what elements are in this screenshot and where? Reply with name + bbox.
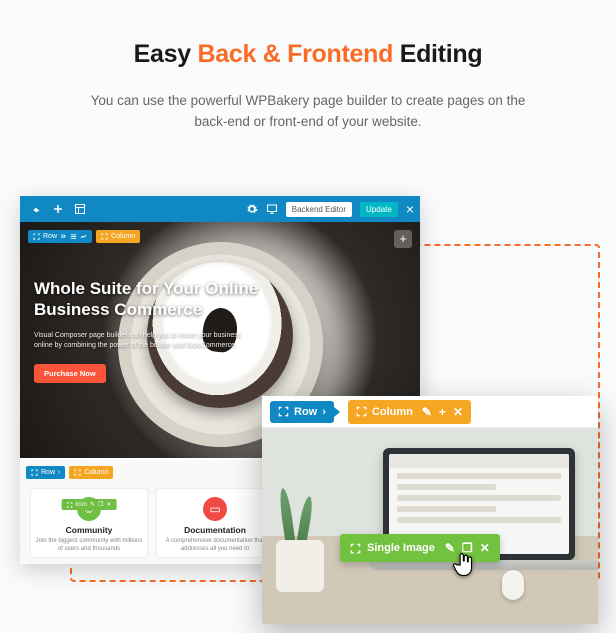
cards-mini-toolbar: Row › Column — [26, 466, 113, 479]
close-icon[interactable]: ✕ — [480, 541, 490, 555]
toolbar-left — [26, 203, 86, 215]
page: Easy Back & Frontend Editing You can use… — [0, 0, 616, 633]
panel-toolbar: Row › Column ✎ + ✕ — [262, 396, 598, 428]
logo-icon — [30, 203, 42, 215]
icon-chip-label: Icon — [76, 502, 87, 508]
column-chip[interactable]: Column — [96, 230, 140, 243]
gear-icon[interactable] — [246, 203, 258, 215]
headline-accent: Back & Frontend — [198, 40, 394, 68]
col-chip-actions: ✎ + ✕ — [422, 405, 463, 419]
purchase-button[interactable]: Purchase Now — [34, 364, 106, 383]
row-chip-label: Row — [43, 233, 57, 240]
laptop — [374, 448, 584, 584]
chevron-right-icon: › — [322, 406, 326, 418]
panel-col-label: Column — [372, 406, 413, 418]
card-title: Documentation — [157, 525, 273, 535]
headline-post: Editing — [393, 40, 482, 68]
hero-title: Whole Suite for Your Online Business Com… — [34, 278, 274, 321]
chip-separator — [334, 407, 340, 417]
panel-column-chip[interactable]: Column ✎ + ✕ — [348, 400, 471, 424]
hero-mini-toolbar: Row Column — [28, 230, 140, 243]
card-desc: Join the biggest community with millions… — [31, 537, 147, 553]
backend-editor-button[interactable]: Backend Editor — [286, 202, 352, 217]
card-documentation[interactable]: ▭ Documentation A comprehensive document… — [156, 488, 274, 558]
responsive-icon[interactable] — [266, 203, 278, 215]
hero-desc: Visual Composer page builder can help yo… — [34, 331, 249, 352]
card-community[interactable]: Icon ✎❐✕ ☺ Community Join the biggest co… — [30, 488, 148, 558]
plant — [268, 478, 330, 548]
update-button[interactable]: Update — [360, 202, 398, 217]
card-desc: A comprehensive documentation that addre… — [157, 537, 273, 553]
card-title: Community — [31, 525, 147, 535]
documentation-icon: ▭ — [203, 497, 227, 521]
editor-toolbar: Backend Editor Update × — [20, 196, 420, 222]
mouse — [502, 570, 524, 600]
headline: Easy Back & Frontend Editing — [0, 0, 616, 69]
panel-row-chip[interactable]: Row › — [270, 401, 334, 423]
add-element-button[interactable]: + — [394, 230, 412, 248]
hero-text: Whole Suite for Your Online Business Com… — [34, 278, 274, 383]
close-icon[interactable]: × — [406, 202, 414, 216]
toolbar-right: Backend Editor Update × — [246, 202, 414, 217]
template-icon[interactable] — [74, 203, 86, 215]
cursor-icon — [452, 552, 478, 578]
plus-icon[interactable]: + — [439, 405, 446, 419]
panel-row-label: Row — [294, 406, 317, 418]
col-chip-2-label: Column — [84, 469, 108, 476]
edit-icon[interactable]: ✎ — [422, 405, 432, 419]
row-chip[interactable]: Row — [28, 230, 92, 243]
subtitle: You can use the powerful WPBakery page b… — [73, 91, 543, 133]
row-chip-2[interactable]: Row › — [26, 466, 65, 479]
column-chip-2[interactable]: Column — [69, 466, 113, 479]
col-chip-label: Column — [111, 233, 135, 240]
close-icon[interactable]: ✕ — [453, 405, 463, 419]
panel-body: Single Image ✎ ❐ ✕ — [262, 428, 598, 624]
single-image-label: Single Image — [367, 542, 435, 554]
icon-element-chip[interactable]: Icon ✎❐✕ — [62, 499, 117, 510]
overlay-panel: Row › Column ✎ + ✕ — [262, 396, 598, 624]
headline-pre: Easy — [134, 40, 198, 68]
row-chip-2-label: Row — [41, 469, 55, 476]
add-icon[interactable] — [52, 203, 64, 215]
plant-pot — [276, 540, 324, 592]
